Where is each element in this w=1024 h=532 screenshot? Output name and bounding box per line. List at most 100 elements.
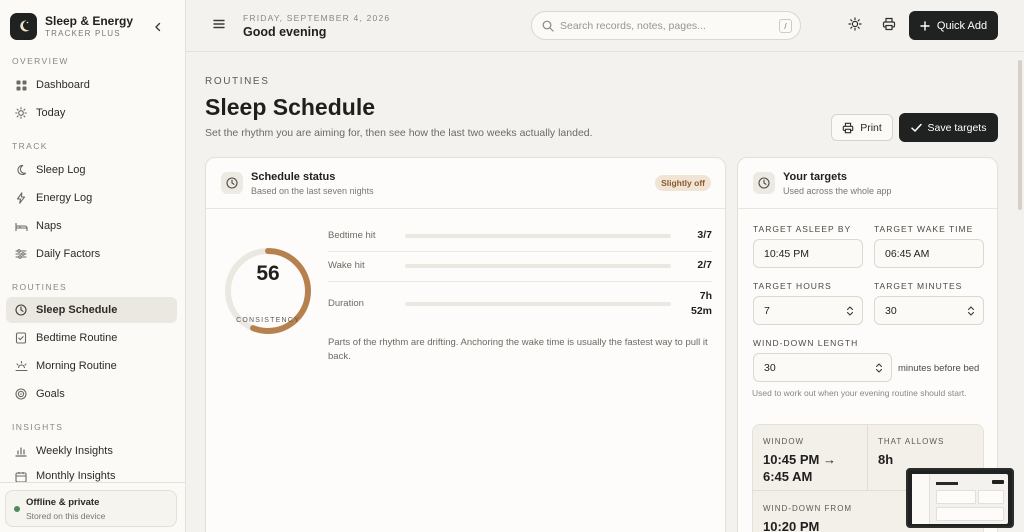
target-hours-stepper[interactable]: 7	[753, 296, 863, 325]
offline-status-card: Offline & private Stored on this device	[5, 490, 177, 527]
moon-icon	[14, 163, 28, 177]
search-icon	[542, 20, 554, 32]
sidebar-item-label: Dashboard	[36, 79, 90, 91]
winddown-length-label: WIND-DOWN LENGTH	[753, 338, 859, 348]
card-subtitle: Used across the whole app	[783, 186, 892, 196]
metric-bar	[405, 234, 671, 238]
brand-title: Sleep & Energy	[45, 14, 134, 28]
status-badge: Slightly off	[655, 175, 711, 191]
clock-icon	[753, 172, 775, 194]
target-minutes-stepper[interactable]: 30	[874, 296, 984, 325]
target-hours-label: TARGET HOURS	[753, 281, 832, 291]
print-icon-button[interactable]	[880, 15, 898, 33]
metric-duration: Duration 7h 52m	[328, 286, 712, 320]
stepper-arrows-icon[interactable]	[846, 305, 854, 317]
nav-section-insights: INSIGHTS	[12, 422, 64, 432]
page-subtitle: Set the rhythm you are aiming for, then …	[205, 127, 593, 139]
sidebar-item-label: Monthly Insights	[36, 470, 116, 482]
sidebar-item-label: Daily Factors	[36, 248, 101, 260]
menu-button[interactable]	[212, 17, 226, 31]
winddown-length-value: 30	[764, 361, 776, 374]
offline-title: Offline & private	[26, 497, 100, 508]
sun-icon	[848, 17, 862, 31]
moon-logo-icon	[10, 12, 37, 40]
target-icon	[14, 387, 28, 401]
allows-value: 8h	[878, 452, 894, 467]
current-date: FRIDAY, SEPTEMBER 4, 2026	[243, 13, 391, 23]
metric-value-hours: 7h	[699, 290, 712, 302]
target-asleep-input[interactable]: 10:45 PM	[753, 239, 863, 268]
quick-add-button[interactable]: Quick Add	[909, 11, 998, 40]
sidebar-item-label: Naps	[36, 220, 62, 232]
bolt-icon	[14, 191, 28, 205]
metric-bar	[405, 302, 671, 306]
clock-icon	[14, 303, 28, 317]
sidebar-item-label: Sleep Schedule	[36, 304, 118, 316]
print-button[interactable]: Print	[831, 114, 893, 141]
theme-toggle-button[interactable]	[846, 15, 864, 33]
metric-label: Bedtime hit	[328, 230, 376, 241]
sidebar-item-label: Morning Routine	[36, 360, 117, 372]
status-note: Parts of the rhythm are drifting. Anchor…	[328, 337, 708, 362]
chart-icon	[14, 444, 28, 458]
schedule-status-card: Schedule status Based on the last seven …	[205, 157, 726, 532]
print-label: Print	[860, 121, 882, 134]
sidebar-item-label: Goals	[36, 388, 65, 400]
metric-label: Duration	[328, 298, 364, 309]
metric-value: 2/7	[697, 259, 712, 271]
sidebar-item-sleep-log[interactable]: Sleep Log	[6, 157, 177, 183]
save-targets-button[interactable]: Save targets	[899, 113, 998, 142]
collapse-sidebar-button[interactable]	[150, 19, 166, 35]
sidebar-item-daily-factors[interactable]: Daily Factors	[6, 241, 177, 267]
sidebar-item-today[interactable]: Today	[6, 100, 177, 126]
card-subtitle: Based on the last seven nights	[251, 186, 374, 196]
metric-value: 7h 52m	[691, 289, 712, 319]
main-scrollbar-thumb[interactable]	[1018, 60, 1022, 210]
offline-subtitle: Stored on this device	[26, 511, 106, 521]
printer-icon	[882, 17, 896, 31]
target-minutes-value: 30	[885, 304, 897, 317]
search-bar[interactable]: /	[531, 11, 801, 40]
quick-add-label: Quick Add	[936, 19, 988, 32]
target-wake-label: TARGET WAKE TIME	[874, 224, 974, 234]
metric-value: 3/7	[697, 229, 712, 241]
metric-wake: Wake hit 2/7	[328, 252, 712, 282]
window-value: 10:45 PM → 6:45 AM	[763, 452, 836, 484]
hamburger-icon	[213, 19, 225, 29]
sidebar-item-monthly-insights[interactable]: Monthly Insights	[6, 466, 177, 482]
sidebar-item-morning-routine[interactable]: Morning Routine	[6, 353, 177, 379]
metric-bedtime: Bedtime hit 3/7	[328, 222, 712, 252]
target-wake-input[interactable]: 06:45 AM	[874, 239, 984, 268]
winddown-from-label: WIND-DOWN FROM	[763, 504, 853, 513]
sunrise-icon	[14, 359, 28, 373]
sidebar-item-energy-log[interactable]: Energy Log	[6, 185, 177, 211]
sidebar: Sleep & Energy TRACKER PLUS OVERVIEW Das…	[0, 0, 186, 532]
winddown-suffix: minutes before bed	[898, 363, 980, 374]
sidebar-item-label: Bedtime Routine	[36, 332, 118, 344]
nav-section-routines: ROUTINES	[12, 282, 68, 292]
brand-subtitle: TRACKER PLUS	[45, 29, 121, 38]
sidebar-item-sleep-schedule[interactable]: Sleep Schedule	[6, 297, 177, 323]
target-hours-value: 7	[764, 304, 770, 317]
sidebar-item-label: Energy Log	[36, 192, 93, 204]
screenshot-thumbnail-preview[interactable]	[906, 468, 1014, 528]
sidebar-item-label: Today	[36, 107, 66, 119]
winddown-length-stepper[interactable]: 30	[753, 353, 892, 382]
sidebar-item-naps[interactable]: Naps	[6, 213, 177, 239]
sidebar-item-label: Sleep Log	[36, 164, 86, 176]
sidebar-item-weekly-insights[interactable]: Weekly Insights	[6, 438, 177, 464]
grid-icon	[14, 78, 28, 92]
stepper-arrows-icon[interactable]	[967, 305, 975, 317]
window-label: WINDOW	[763, 437, 805, 446]
stepper-arrows-icon[interactable]	[875, 362, 883, 374]
thumbnail-image	[912, 474, 1008, 524]
nav-section-track: TRACK	[12, 141, 48, 151]
bed-icon	[14, 219, 28, 233]
sidebar-item-dashboard[interactable]: Dashboard	[6, 72, 177, 98]
metric-value-minutes: 52m	[690, 305, 712, 317]
target-minutes-label: TARGET MINUTES	[874, 281, 963, 291]
sidebar-item-goals[interactable]: Goals	[6, 381, 177, 407]
search-input[interactable]	[560, 19, 780, 32]
sidebar-item-bedtime-routine[interactable]: Bedtime Routine	[6, 325, 177, 351]
target-asleep-label: TARGET ASLEEP BY	[753, 224, 852, 234]
